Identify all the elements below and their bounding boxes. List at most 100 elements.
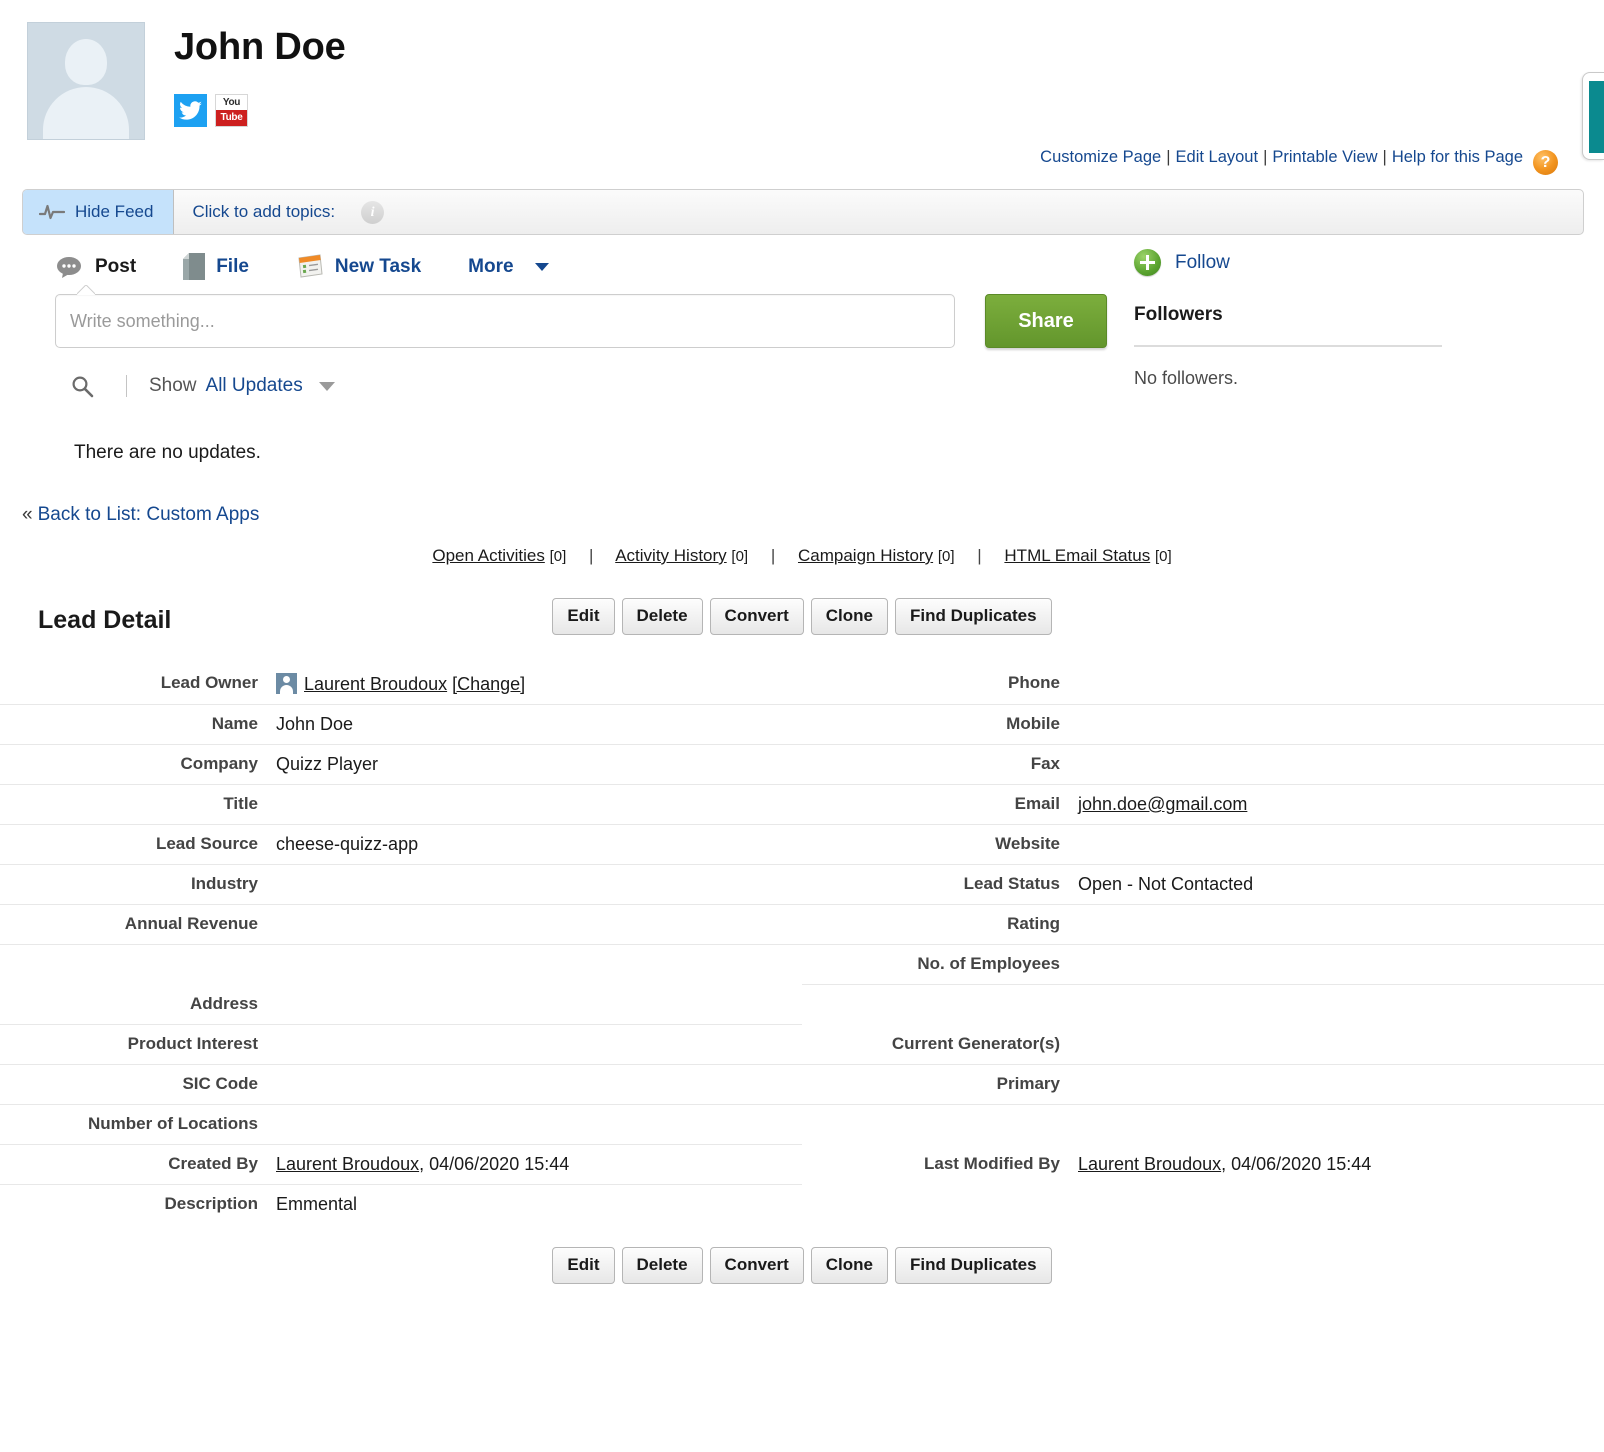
field-cell-description: Description Emmental (0, 1185, 802, 1225)
search-icon[interactable] (70, 374, 94, 398)
clone-button[interactable]: Clone (810, 598, 889, 635)
field-value-no-of-employees (1078, 945, 1604, 963)
change-owner-link-text[interactable]: [Change] (452, 674, 525, 694)
field-value-address (276, 985, 802, 1003)
header-main: John Doe You Tube (174, 22, 346, 127)
field-row: Created By Laurent Broudoux, 04/06/2020 1… (0, 1145, 1604, 1185)
field-label-title: Title (223, 794, 258, 813)
tab-new-task[interactable]: New Task (296, 254, 421, 279)
find-duplicates-button[interactable]: Find Duplicates (895, 598, 1052, 635)
convert-button-bottom[interactable]: Convert (709, 1247, 804, 1284)
chevron-down-icon[interactable] (318, 381, 335, 391)
field-row: Industry Lead Status Open - Not Contacted (0, 865, 1604, 905)
field-row: Lead Owner Laurent Broudoux [Change] Phone (0, 664, 1604, 705)
page-header: John Doe You Tube Customize Page | Edit La… (0, 0, 1604, 175)
field-link-created-by[interactable]: Laurent Broudoux (276, 1154, 419, 1174)
filter-divider (126, 375, 127, 397)
field-value-last-modified-by[interactable]: Laurent Broudoux, 04/06/2020 15:44 (1078, 1145, 1604, 1184)
help-icon[interactable]: ? (1533, 150, 1558, 175)
field-link-email[interactable]: john.doe@gmail.com (1078, 794, 1247, 814)
printable-view-link[interactable]: Printable View (1272, 148, 1377, 166)
field-link-last-modified-by[interactable]: Laurent Broudoux (1078, 1154, 1221, 1174)
tab-post[interactable]: Post (56, 256, 136, 278)
field-cell-last-modified-by: Last Modified By Laurent Broudoux, 04/06/… (802, 1145, 1604, 1185)
find-duplicates-button-bottom[interactable]: Find Duplicates (895, 1247, 1052, 1284)
follow-link[interactable]: Follow (1175, 252, 1230, 274)
social-links-row: You Tube (174, 93, 346, 127)
field-row: Company Quizz Player Fax (0, 745, 1604, 785)
lead-detail-title: Lead Detail (38, 606, 172, 634)
field-value-blank (1078, 1105, 1604, 1123)
field-value-lead-status: Open - Not Contacted (1078, 865, 1604, 904)
edit-button-bottom[interactable]: Edit (552, 1247, 615, 1284)
field-row: Annual Revenue Rating (0, 905, 1604, 945)
field-cell-number-of-locations: Number of Locations (0, 1105, 802, 1145)
show-filter-value[interactable]: All Updates (206, 375, 303, 397)
field-value-website (1078, 825, 1604, 843)
field-value-lead-owner[interactable]: Laurent Broudoux [Change] (276, 664, 802, 704)
info-icon[interactable]: i (361, 200, 385, 224)
customize-page-link[interactable]: Customize Page (1040, 148, 1161, 166)
tab-file[interactable]: File (183, 253, 249, 280)
hide-feed-button[interactable]: Hide Feed (23, 190, 175, 234)
field-value-email[interactable]: john.doe@gmail.com (1078, 785, 1604, 824)
edit-button[interactable]: Edit (552, 598, 615, 635)
field-value-rating (1078, 905, 1604, 923)
field-cell-blank (802, 1185, 1604, 1225)
links-separator: | (977, 546, 982, 565)
tab-more[interactable]: More (468, 257, 549, 276)
open-activities-link[interactable]: Open Activities (432, 546, 544, 565)
field-label-annual-revenue: Annual Revenue (124, 914, 258, 933)
twitter-icon[interactable] (174, 93, 207, 127)
field-value-current-generator-s (1078, 1025, 1604, 1043)
field-label-lead-owner: Lead Owner (160, 673, 258, 692)
field-value-primary (1078, 1065, 1604, 1083)
no-followers-text: No followers. (1134, 368, 1239, 388)
clone-button-bottom[interactable]: Clone (810, 1247, 889, 1284)
back-to-list-link[interactable]: Back to List: Custom Apps (38, 504, 260, 525)
post-text-input[interactable] (55, 294, 955, 348)
follow-row[interactable]: Follow (1134, 249, 1464, 276)
field-suffix-created-by: , 04/06/2020 15:44 (419, 1154, 570, 1174)
links-separator: | (770, 546, 776, 565)
campaign-history-count: [0] (937, 548, 955, 565)
field-label-website: Website (995, 834, 1060, 853)
field-label-blank (0, 945, 276, 963)
field-cell-product-interest: Product Interest (0, 1025, 802, 1065)
detail-button-row-top: Edit Delete Convert Clone Find Duplicate… (0, 598, 1604, 635)
field-value-created-by[interactable]: Laurent Broudoux, 04/06/2020 15:44 (276, 1145, 802, 1184)
page-action-links: Customize Page | Edit Layout | Printable Vie… (0, 140, 1604, 175)
add-topics-button[interactable]: Click to add topics: i (174, 190, 402, 234)
delete-button[interactable]: Delete (621, 598, 703, 635)
field-cell-lead-source: Lead Source cheese-quizz-app (0, 825, 802, 865)
help-for-this-page-link[interactable]: Help for this Page (1392, 148, 1523, 166)
lead-avatar (27, 22, 145, 140)
feed-wave-icon (39, 204, 65, 220)
field-label-industry: Industry (190, 874, 258, 893)
field-cell-name: Name John Doe (0, 705, 802, 745)
edit-layout-link[interactable]: Edit Layout (1176, 148, 1259, 166)
delete-button-bottom[interactable]: Delete (621, 1247, 703, 1284)
followers-divider (1134, 345, 1442, 347)
plus-circle-icon (1134, 249, 1161, 276)
field-row: SIC Code Primary (0, 1065, 1604, 1105)
convert-button[interactable]: Convert (709, 598, 804, 635)
field-cell-blank (0, 945, 802, 985)
page-title: John Doe (174, 26, 346, 68)
field-value-title (276, 785, 802, 803)
feed-publisher: Post File New Task More Write something.… (0, 235, 1604, 464)
html-email-status-link[interactable]: HTML Email Status (1004, 546, 1150, 565)
detail-button-row-bottom: Edit Delete Convert Clone Find Duplicate… (0, 1247, 1604, 1284)
activity-history-link[interactable]: Activity History (615, 546, 726, 565)
field-link-lead-owner[interactable]: Laurent Broudoux (304, 674, 447, 694)
field-label-fax: Fax (1030, 754, 1060, 773)
share-button[interactable]: Share (985, 294, 1107, 348)
field-label-product-interest: Product Interest (127, 1034, 258, 1053)
field-row: Address (0, 985, 1604, 1025)
campaign-history-link[interactable]: Campaign History (798, 546, 933, 565)
youtube-icon[interactable]: You Tube (215, 93, 248, 127)
field-row: No. of Employees (0, 945, 1604, 985)
change-owner-link[interactable]: [Change] (447, 674, 525, 694)
file-icon (183, 253, 206, 280)
field-value-company: Quizz Player (276, 745, 802, 784)
